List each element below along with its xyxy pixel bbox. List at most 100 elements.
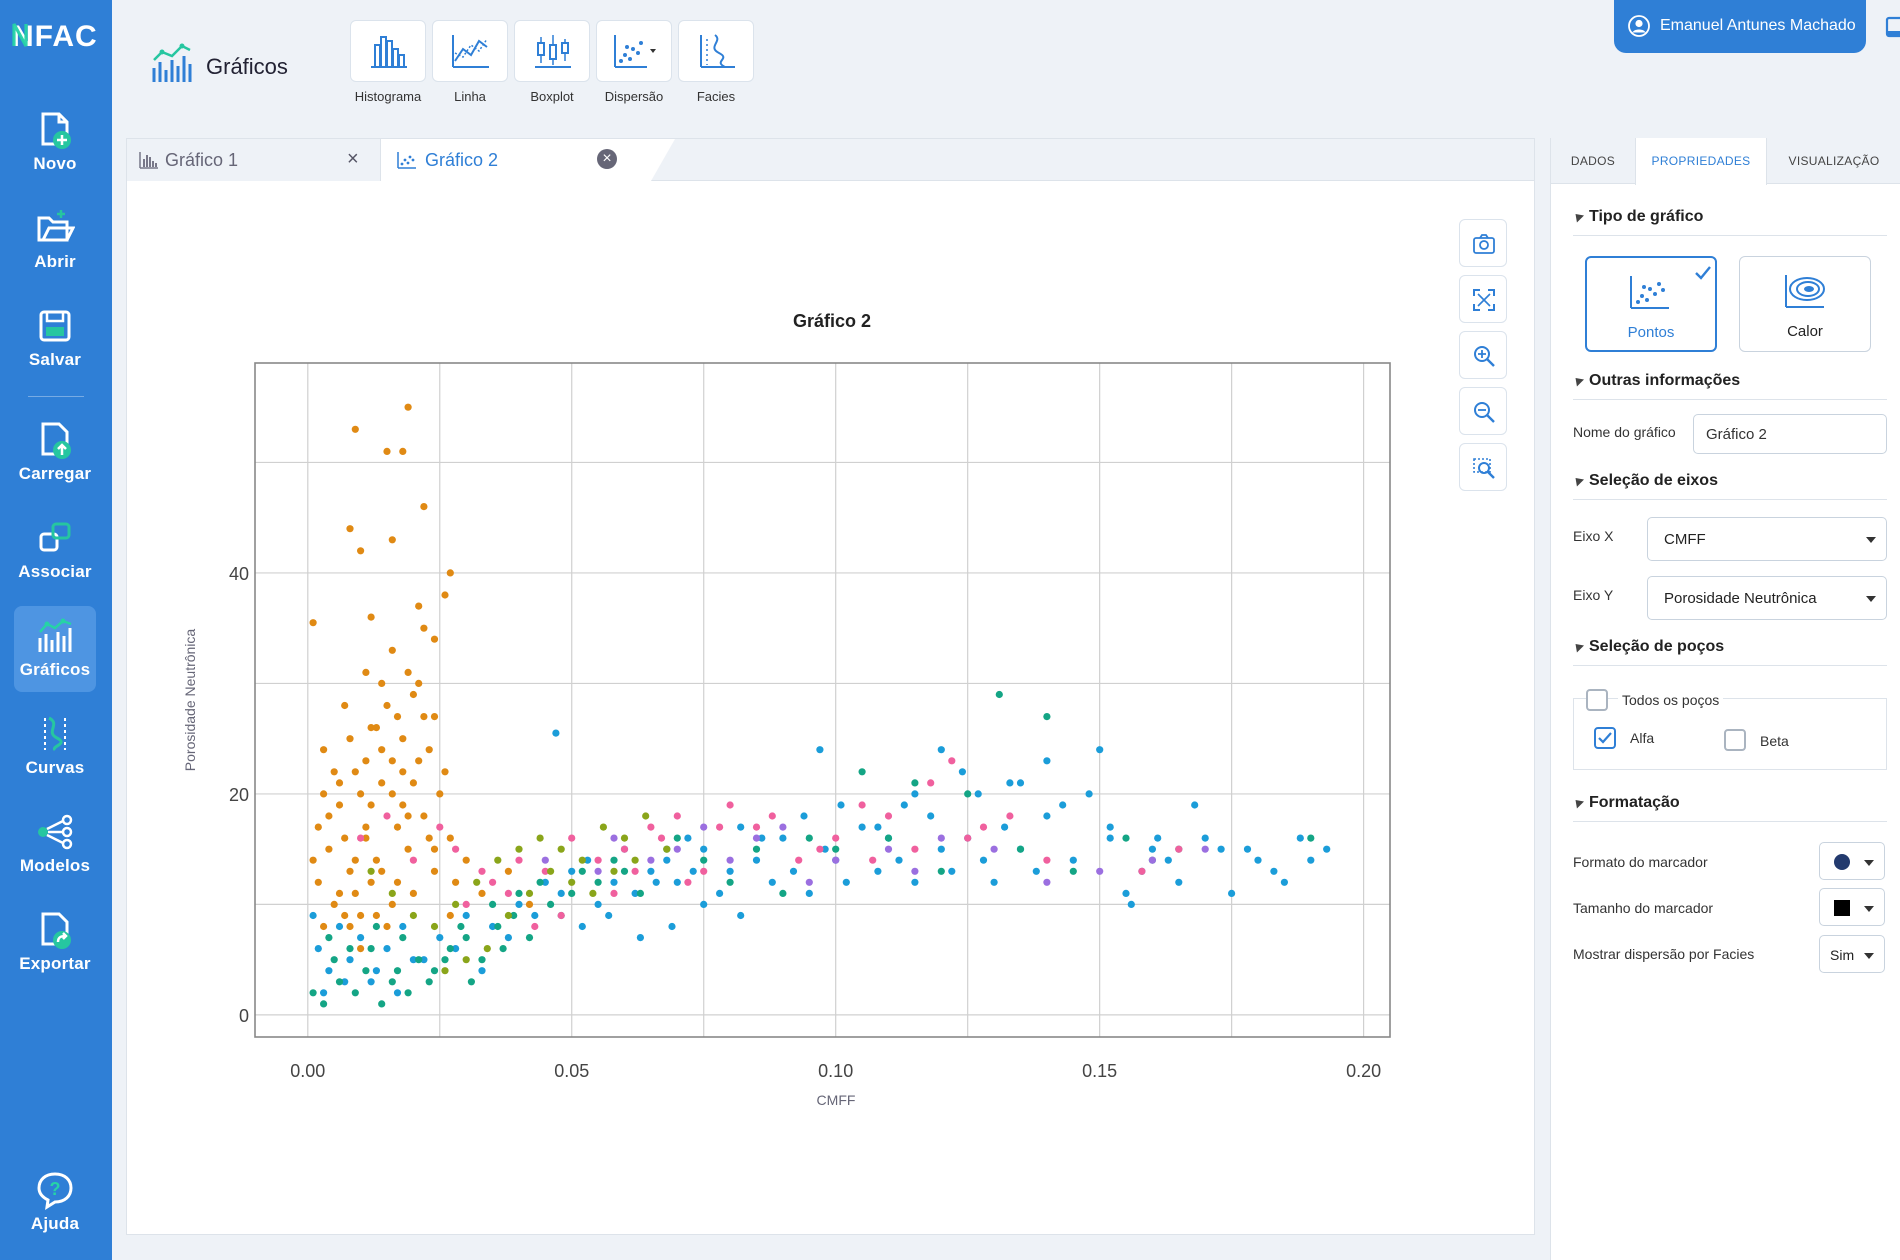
data-point — [346, 922, 354, 931]
nav-exportar[interactable]: Exportar — [14, 900, 96, 986]
data-point — [589, 889, 597, 898]
section-wells[interactable]: Seleção de poços — [1571, 636, 1887, 666]
data-point — [346, 735, 354, 743]
data-point — [768, 878, 776, 886]
data-point — [837, 801, 845, 809]
zoom-area-button[interactable] — [1459, 443, 1507, 491]
data-point — [1059, 801, 1067, 809]
data-point — [357, 547, 365, 555]
data-point — [430, 713, 439, 721]
tab-propriedades[interactable]: PROPRIEDADES — [1635, 138, 1767, 185]
marker-shape-select[interactable] — [1819, 842, 1885, 880]
nav-curvas[interactable]: Curvas — [14, 704, 96, 790]
data-point — [409, 690, 417, 699]
data-point — [895, 856, 903, 864]
data-point — [430, 867, 439, 875]
curves-icon — [44, 716, 66, 752]
section-format[interactable]: Formatação — [1571, 792, 1887, 822]
section-axes[interactable]: Seleção de eixos — [1571, 470, 1887, 500]
nav-modelos[interactable]: Modelos — [14, 802, 96, 888]
data-point — [378, 779, 386, 787]
chart-type-points[interactable]: Pontos — [1585, 256, 1717, 352]
user-button[interactable]: Emanuel Antunes Machado — [1614, 0, 1866, 53]
nav-label: Associar — [18, 562, 92, 581]
scatter-button[interactable] — [596, 20, 672, 82]
well-alfa-checkbox[interactable] — [1594, 727, 1616, 749]
data-point — [351, 425, 359, 433]
data-point — [842, 878, 850, 886]
nav-associar[interactable]: Associar — [14, 508, 96, 594]
tab-grafico-1[interactable]: Gráfico 1 × — [127, 139, 381, 181]
nav-label: Curvas — [25, 758, 85, 777]
well-beta-checkbox[interactable] — [1724, 729, 1746, 751]
data-point — [357, 945, 365, 953]
tab-grafico-2[interactable]: Gráfico 2 × — [381, 139, 675, 181]
x-axis-select[interactable]: CMFF — [1647, 517, 1887, 561]
nav-graficos[interactable]: Gráficos — [14, 606, 96, 692]
data-point — [726, 856, 734, 864]
heatmap-icon — [1785, 275, 1825, 308]
data-point — [700, 900, 708, 909]
line-chart-button[interactable] — [432, 20, 508, 82]
data-point — [441, 768, 449, 776]
close-tab-icon[interactable]: × — [597, 149, 617, 169]
y-axis-select[interactable]: Porosidade Neutrônica — [1647, 576, 1887, 620]
data-point — [478, 889, 486, 898]
chevron-down-icon — [1864, 906, 1874, 912]
data-point — [1043, 713, 1051, 721]
close-tab-icon[interactable]: × — [347, 148, 359, 171]
chart-type-heat[interactable]: Calor — [1739, 256, 1871, 352]
tab-dados[interactable]: DADOS — [1551, 138, 1635, 184]
marker-size-select[interactable] — [1819, 888, 1885, 926]
data-point — [436, 790, 444, 798]
all-wells-checkbox[interactable] — [1586, 689, 1608, 711]
data-point — [964, 790, 972, 798]
data-point — [1175, 878, 1183, 886]
facies-button[interactable] — [678, 20, 754, 82]
boxplot-button[interactable] — [514, 20, 590, 82]
nav-abrir[interactable]: Abrir — [14, 198, 96, 284]
fit-screen-icon — [1473, 289, 1495, 311]
histogram-icon — [139, 152, 158, 169]
well-alfa-label: Alfa — [1630, 730, 1655, 746]
nav-salvar[interactable]: Salvar — [14, 296, 96, 382]
section-title: Tipo de gráfico — [1589, 208, 1704, 225]
tab-visualizacao[interactable]: VISUALIZAÇÃO — [1767, 138, 1900, 184]
section-chart-type[interactable]: Tipo de gráfico — [1571, 206, 1887, 236]
data-point — [399, 447, 407, 455]
nav-novo[interactable]: Novo — [14, 100, 96, 186]
facies-scatter-select[interactable]: Sim — [1819, 935, 1885, 973]
data-point — [858, 768, 866, 776]
nav-carregar[interactable]: Carregar — [14, 410, 96, 496]
facies-label: Facies — [696, 89, 736, 104]
data-point — [1280, 878, 1288, 886]
nav-label: Gráficos — [19, 660, 91, 679]
screenshot-button[interactable] — [1459, 219, 1507, 267]
zoom-in-button[interactable] — [1459, 331, 1507, 379]
chart-points — [309, 403, 1331, 1008]
scatter-icon — [1630, 276, 1669, 309]
data-point — [314, 945, 322, 953]
data-point — [1164, 856, 1172, 864]
zoom-out-button[interactable] — [1459, 387, 1507, 435]
nav-ajuda[interactable]: ? Ajuda — [14, 1160, 96, 1246]
data-point — [499, 945, 507, 953]
scatter-chart[interactable]: Gráfico 2 0.00 0.05 0.10 0.15 0.20 0 20 40 CMFF… — [160, 295, 1400, 1125]
square-marker-icon — [1834, 900, 1850, 916]
all-wells-label: Todos os poços — [1618, 692, 1724, 708]
x-axis-label: CMFF — [817, 1092, 856, 1108]
data-point — [911, 867, 919, 875]
properties-panel: DADOS PROPRIEDADES VISUALIZAÇÃO Tipo de … — [1550, 138, 1900, 1260]
chart-name-input[interactable] — [1693, 414, 1887, 454]
data-point — [357, 911, 365, 920]
data-point — [404, 403, 412, 411]
data-point — [832, 834, 840, 842]
section-other-info[interactable]: Outras informações — [1571, 370, 1887, 400]
histogram-button[interactable] — [350, 20, 426, 82]
minimize-window-icon[interactable] — [1884, 14, 1900, 40]
data-point — [789, 867, 798, 875]
fit-screen-button[interactable] — [1459, 275, 1507, 323]
data-point — [795, 856, 803, 864]
data-point — [684, 834, 692, 842]
data-point — [1148, 856, 1156, 864]
